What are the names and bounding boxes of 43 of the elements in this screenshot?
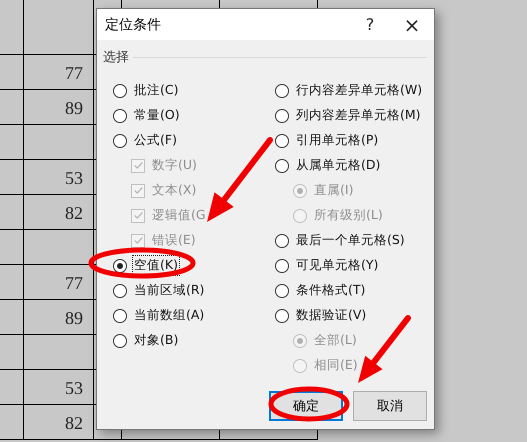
radio-button[interactable]	[275, 108, 289, 122]
table-cell: 82	[65, 203, 83, 224]
table-cell: 89	[65, 308, 83, 329]
radio-button[interactable]	[275, 234, 289, 248]
help-button[interactable]: ?	[350, 9, 390, 40]
radio-button[interactable]	[113, 134, 127, 148]
radio-button[interactable]	[113, 284, 127, 298]
option-label[interactable]: 批注(C)	[132, 80, 180, 101]
window-title: 定位条件	[105, 16, 162, 34]
option-label[interactable]: 当前数组(A)	[132, 305, 206, 326]
radio-button[interactable]	[275, 284, 289, 298]
radio-button[interactable]	[275, 84, 289, 98]
option-label[interactable]: 可见单元格(Y)	[294, 255, 380, 276]
option-label[interactable]: 常量(O)	[132, 105, 182, 126]
radio-button[interactable]	[275, 134, 289, 148]
option-label[interactable]: 最后一个单元格(S)	[294, 230, 407, 251]
option-label[interactable]: 条件格式(T)	[294, 280, 368, 301]
radio-button[interactable]	[113, 334, 127, 348]
radio-button[interactable]	[113, 258, 127, 272]
option-label[interactable]: 从属单元格(D)	[294, 155, 382, 176]
table-cell: 89	[65, 98, 83, 119]
group-label: 选择	[103, 49, 129, 66]
option-label[interactable]: 数据验证(V)	[294, 305, 368, 326]
option-label[interactable]: 列内容差异单元格(M)	[294, 105, 423, 126]
radio-button[interactable]	[275, 158, 289, 172]
dialog-button[interactable]: 取消	[353, 391, 427, 421]
radio-button[interactable]	[275, 258, 289, 272]
table-cell: 82	[65, 413, 83, 434]
radio-button[interactable]	[113, 84, 127, 98]
table-cell: 77	[65, 63, 83, 84]
option-label[interactable]: 当前区域(R)	[132, 280, 206, 301]
option-label[interactable]: 公式(F)	[132, 130, 179, 151]
radio-button[interactable]	[275, 308, 289, 322]
radio-button[interactable]	[113, 308, 127, 322]
table-cell: 77	[65, 273, 83, 294]
table-cell: 53	[65, 168, 83, 189]
table-cell: 53	[65, 378, 83, 399]
option-label[interactable]: 空值(K)	[132, 255, 180, 276]
option-label[interactable]: 对象(B)	[132, 330, 180, 351]
option-label[interactable]: 引用单元格(P)	[294, 130, 380, 151]
option-label[interactable]: 行内容差异单元格(W)	[294, 80, 424, 101]
radio-button[interactable]	[113, 108, 127, 122]
close-button[interactable]: ×	[390, 9, 434, 40]
